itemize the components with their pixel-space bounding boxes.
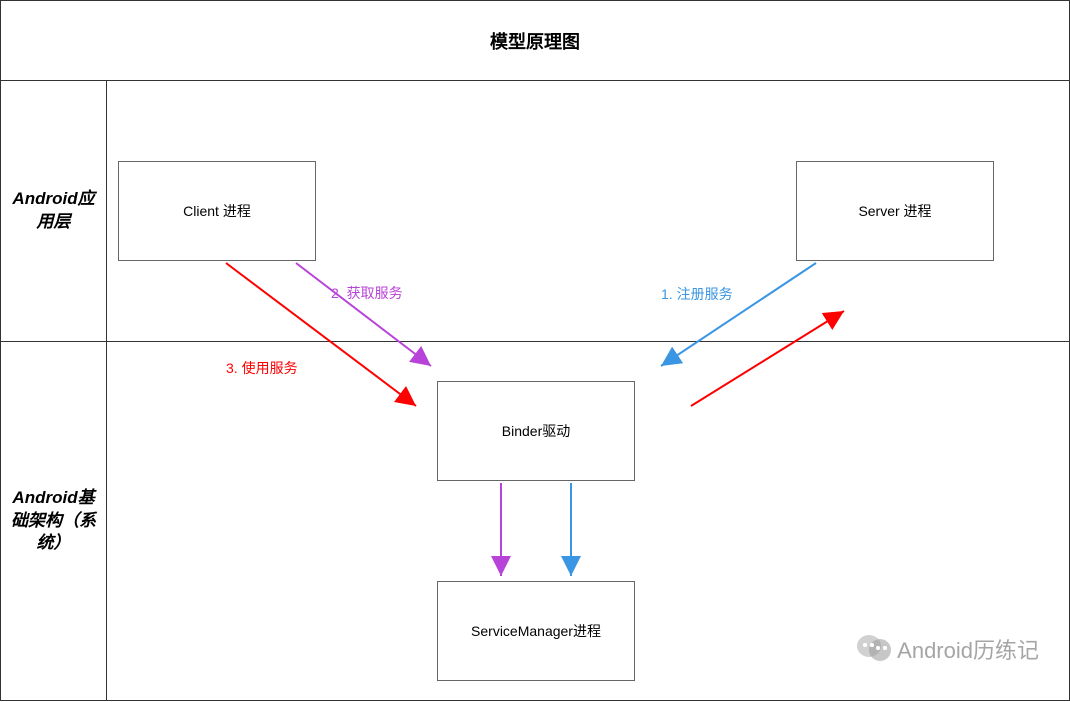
- diagram-frame: 模型原理图 Android应用层 Android基础架构（系统） Client …: [0, 0, 1070, 701]
- col-divider: [106, 81, 107, 700]
- box-server-process: Server 进程: [796, 161, 994, 261]
- label-acquire-service: 2. 获取服务: [331, 283, 403, 303]
- row-label-app-layer: Android应用层: [1, 81, 106, 341]
- label-use-service: 3. 使用服务: [226, 358, 298, 378]
- row-divider: [1, 341, 1069, 342]
- watermark-text: Android历练记: [897, 633, 1039, 665]
- wechat-icon: [857, 635, 891, 663]
- row-label-base-layer: Android基础架构（系统）: [1, 341, 106, 701]
- diagram-title: 模型原理图: [1, 1, 1069, 81]
- box-service-manager: ServiceManager进程: [437, 581, 635, 681]
- box-binder-driver: Binder驱动: [437, 381, 635, 481]
- box-client-process: Client 进程: [118, 161, 316, 261]
- watermark: Android历练记: [857, 633, 1039, 665]
- label-register-service: 1. 注册服务: [661, 284, 733, 304]
- arrow-use-service-up: [691, 311, 844, 406]
- arrow-acquire-service: [296, 263, 431, 366]
- arrow-register-service: [661, 263, 816, 366]
